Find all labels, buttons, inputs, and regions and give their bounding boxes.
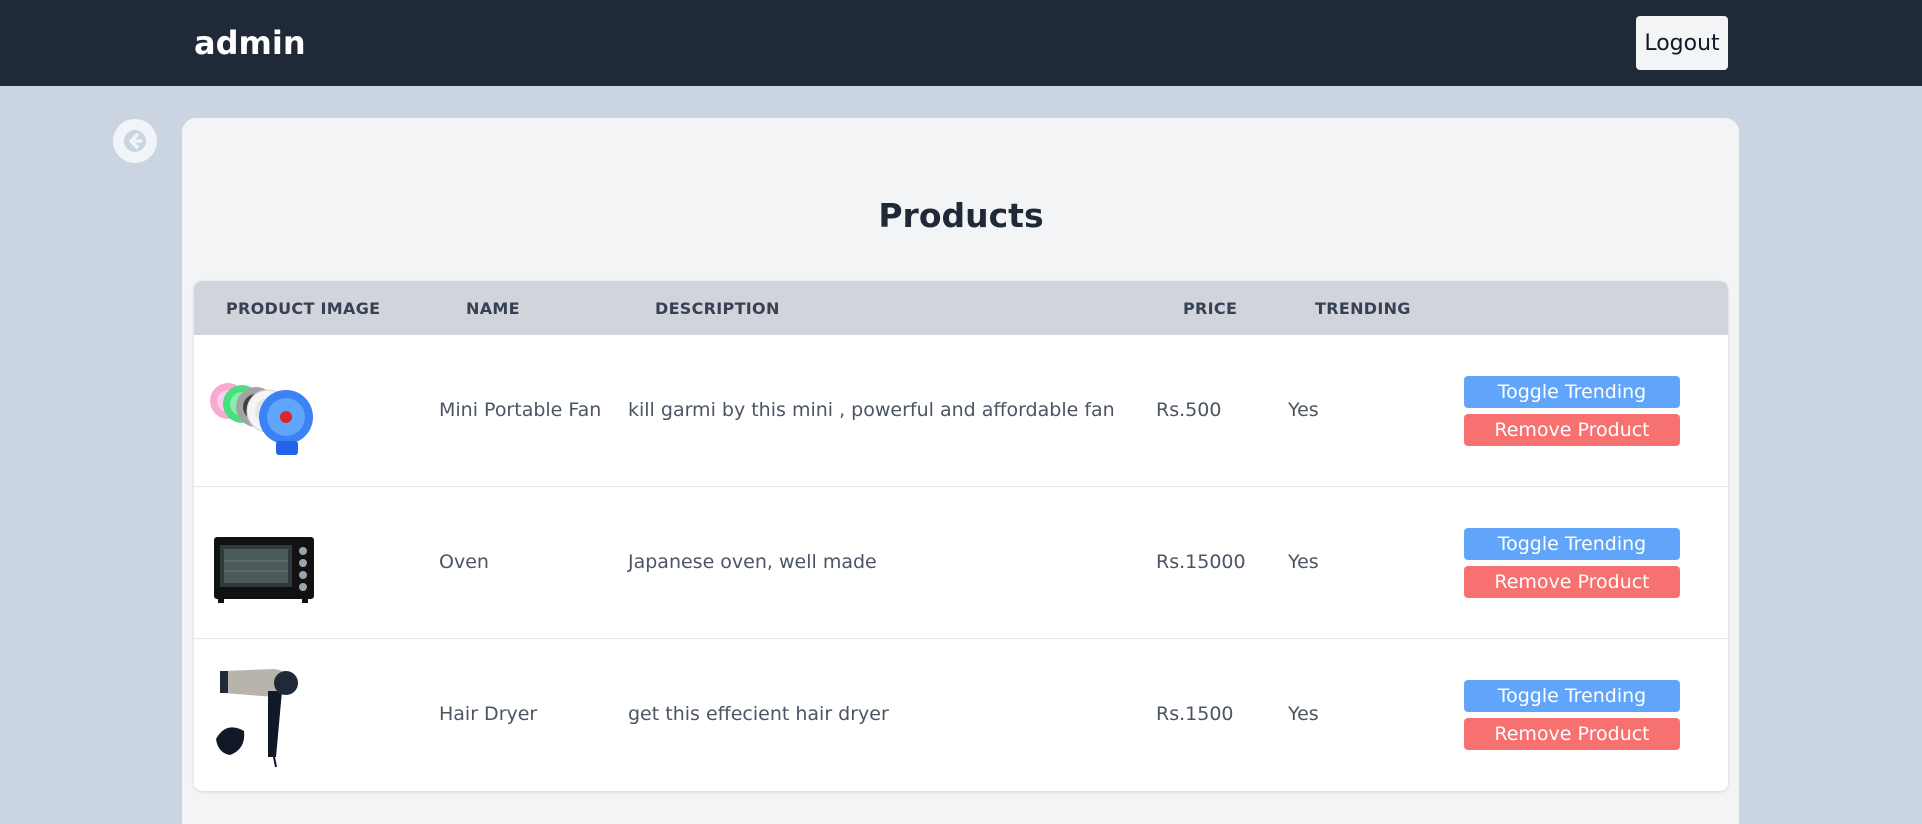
product-description: Japanese oven, well made: [628, 551, 877, 573]
remove-product-button[interactable]: Remove Product: [1464, 566, 1680, 598]
page-title: Products: [878, 196, 1044, 235]
toggle-trending-button[interactable]: Toggle Trending: [1464, 680, 1680, 712]
product-description: kill garmi by this mini , powerful and a…: [628, 399, 1115, 421]
column-header-trending: TRENDING: [1315, 299, 1411, 318]
product-name: Oven: [439, 551, 489, 573]
product-price: Rs.1500: [1156, 703, 1234, 725]
products-table: PRODUCT IMAGE NAME DESCRIPTION PRICE TRE…: [194, 281, 1728, 791]
column-header-description: DESCRIPTION: [655, 299, 780, 318]
mini-fan-image: [210, 383, 313, 455]
table-row: Mini Portable Fan kill garmi by this min…: [194, 335, 1728, 487]
hair-dryer-image: [216, 669, 298, 768]
column-header-price: PRICE: [1183, 299, 1238, 318]
top-navbar: admin Logout: [0, 0, 1922, 86]
oven-image: [214, 537, 314, 603]
table-header: PRODUCT IMAGE NAME DESCRIPTION PRICE TRE…: [194, 281, 1728, 335]
back-button[interactable]: [113, 119, 157, 163]
product-name: Hair Dryer: [439, 703, 538, 725]
arrow-left-icon: [124, 130, 146, 152]
column-header-name: NAME: [466, 299, 520, 318]
toggle-trending-button[interactable]: Toggle Trending: [1464, 376, 1680, 408]
product-trending: Yes: [1288, 703, 1319, 725]
remove-product-button[interactable]: Remove Product: [1464, 718, 1680, 750]
product-trending: Yes: [1288, 551, 1319, 573]
product-description: get this effecient hair dryer: [628, 703, 889, 725]
table-row: Oven Japanese oven, well made Rs.15000 Y…: [194, 487, 1728, 639]
table-row: Hair Dryer get this effecient hair dryer…: [194, 639, 1728, 791]
column-header-product-image: PRODUCT IMAGE: [226, 299, 381, 318]
logout-button[interactable]: Logout: [1636, 16, 1728, 70]
product-trending: Yes: [1288, 399, 1319, 421]
product-price: Rs.500: [1156, 399, 1222, 421]
product-price: Rs.15000: [1156, 551, 1246, 573]
toggle-trending-button[interactable]: Toggle Trending: [1464, 528, 1680, 560]
product-name: Mini Portable Fan: [439, 399, 602, 421]
brand-username: admin: [194, 24, 306, 62]
remove-product-button[interactable]: Remove Product: [1464, 414, 1680, 446]
